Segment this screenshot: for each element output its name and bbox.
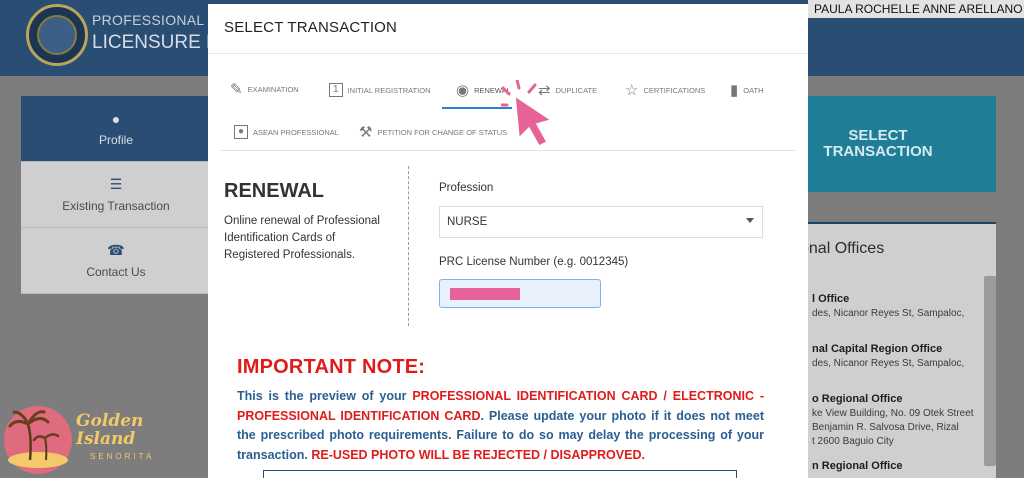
modal-title: SELECT TRANSACTION bbox=[224, 19, 398, 36]
license-number-label: PRC License Number (e.g. 0012345) bbox=[439, 256, 629, 268]
video-icon: ▮ bbox=[730, 82, 739, 99]
license-number-input[interactable] bbox=[439, 279, 601, 308]
sidebar-item-label: Contact Us bbox=[86, 265, 146, 279]
chevron-down-icon bbox=[746, 218, 754, 223]
tab-label: PETITION FOR CHANGE OF STATUS bbox=[377, 128, 508, 137]
tab-asean-professional[interactable]: ● ASEAN PROFESSIONAL bbox=[234, 125, 339, 139]
profession-value: NURSE bbox=[447, 216, 488, 228]
tab-label: CERTIFICATIONS bbox=[643, 86, 706, 95]
tab-examination[interactable]: ✎ EXAMINATION bbox=[230, 82, 299, 97]
regional-offices-title: onal Offices bbox=[800, 240, 885, 257]
renewal-info: RENEWAL Online renewal of Professional I… bbox=[224, 180, 394, 264]
person-icon: ● bbox=[111, 110, 121, 127]
cursor-pointer-icon bbox=[501, 80, 553, 147]
sidebar-item-label: Profile bbox=[98, 132, 133, 147]
select-transaction-modal: SELECT TRANSACTION ✎ EXAMINATION 1 INITI… bbox=[208, 4, 808, 478]
tab-label: INITIAL REGISTRATION bbox=[347, 85, 431, 95]
column-divider bbox=[408, 166, 409, 326]
important-note-body: This is the preview of your PROFESSIONAL… bbox=[237, 389, 764, 462]
tab-oath[interactable]: ▮ OATH bbox=[730, 83, 764, 98]
modal-divider bbox=[208, 53, 808, 54]
prc-seal-logo bbox=[26, 4, 88, 66]
id-card-icon: ● bbox=[234, 125, 249, 139]
tab-label: DUPLICATE bbox=[555, 86, 598, 95]
profession-label: Profession bbox=[439, 182, 494, 194]
tab-certifications[interactable]: ☆ CERTIFICATIONS bbox=[625, 83, 705, 98]
user-name[interactable]: PAULA ROCHELLE ANNE ARELLANO AMOR bbox=[808, 0, 1024, 18]
sidebar: ● Profile ☰ Existing Transaction ☎ Conta… bbox=[21, 96, 211, 294]
redacted-value bbox=[450, 288, 520, 300]
tab-label: EXAMINATION bbox=[247, 85, 299, 94]
gavel-icon: ⚒ bbox=[359, 124, 373, 141]
tab-initial-registration[interactable]: 1 INITIAL REGISTRATION bbox=[329, 83, 431, 97]
select-transaction-label: SELECT TRANSACTION bbox=[823, 127, 933, 160]
sidebar-item-profile[interactable]: ● Profile bbox=[21, 96, 211, 162]
office-item: n Regional Office bbox=[812, 460, 903, 472]
tab-label: OATH bbox=[743, 86, 764, 95]
sidebar-item-contact-us[interactable]: ☎ Contact Us bbox=[21, 228, 211, 294]
tab-petition-change-status[interactable]: ⚒ PETITION FOR CHANGE OF STATUS bbox=[359, 125, 507, 140]
tab-label: ASEAN PROFESSIONAL bbox=[253, 127, 339, 137]
sidebar-item-label: Existing Transaction bbox=[62, 199, 170, 213]
office-item: nal Capital Region Office des, Nicanor Re… bbox=[812, 343, 965, 369]
section-description: Online renewal of Professional Identific… bbox=[224, 215, 380, 261]
sidebar-item-existing-transaction[interactable]: ☰ Existing Transaction bbox=[21, 162, 211, 228]
fingerprint-icon: ◉ bbox=[456, 82, 470, 99]
profession-select[interactable]: NURSE bbox=[439, 206, 763, 238]
watermark-text: Golden Island bbox=[76, 411, 144, 449]
office-item: l Office des, Nicanor Reyes St, Sampaloc, bbox=[812, 293, 965, 319]
list-icon: ☰ bbox=[109, 176, 123, 192]
tabs-divider bbox=[220, 150, 796, 151]
number-one-icon: 1 bbox=[329, 83, 343, 97]
pencil-icon: ✎ bbox=[230, 81, 243, 98]
office-item: o Regional Office ke View Building, No. 0… bbox=[812, 393, 974, 447]
section-title: RENEWAL bbox=[224, 180, 324, 202]
offices-scrollbar[interactable] bbox=[984, 276, 996, 466]
id-preview-box bbox=[263, 470, 737, 478]
watermark-subtext: SENORITA bbox=[90, 452, 155, 461]
important-note-title: IMPORTANT NOTE: bbox=[237, 356, 426, 378]
phone-icon: ☎ bbox=[107, 242, 125, 258]
star-icon: ☆ bbox=[625, 82, 639, 99]
